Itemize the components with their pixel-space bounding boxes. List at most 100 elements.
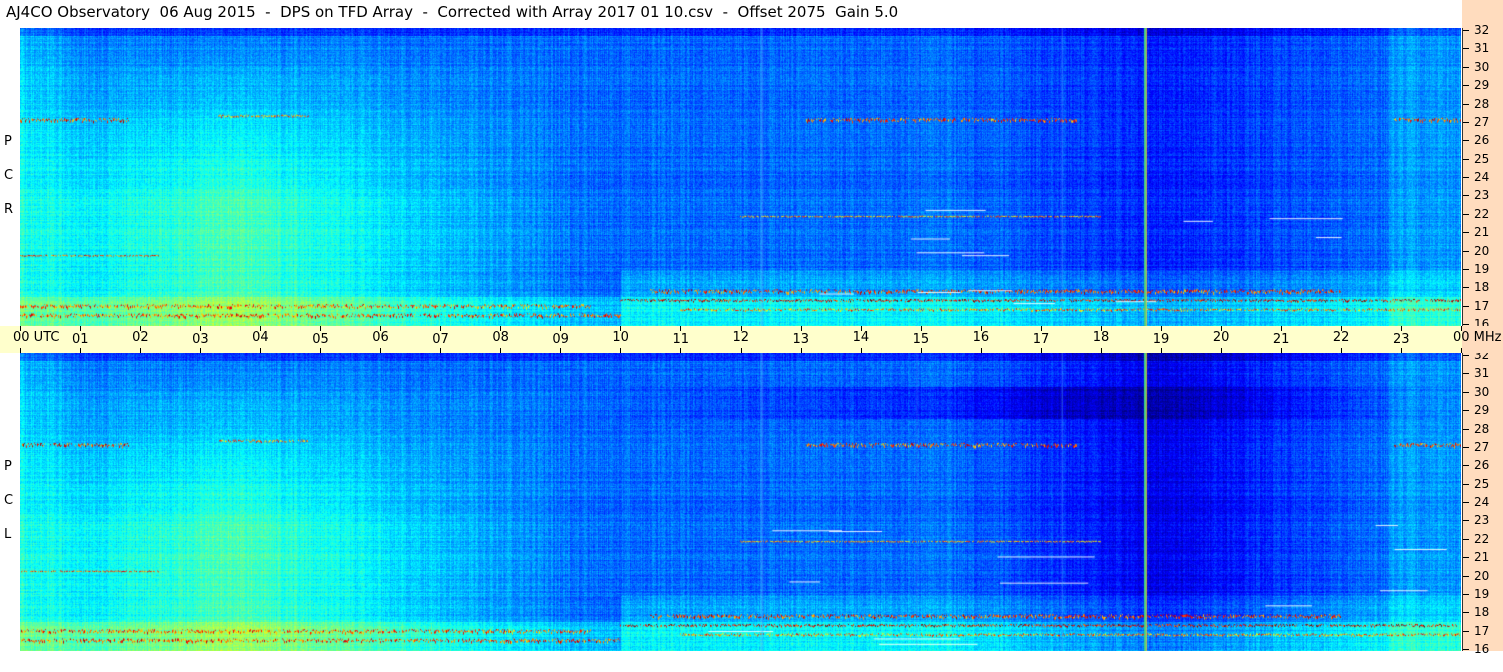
time-tick-label: 17 xyxy=(1032,332,1050,347)
freq-tick xyxy=(1463,446,1469,448)
time-tick-label: 14 xyxy=(852,330,870,345)
top-polar-letter-3: R xyxy=(4,202,14,217)
freq-tick-label: 23 xyxy=(1474,513,1490,528)
freq-tick-label: 16 xyxy=(1474,642,1490,656)
freq-tick xyxy=(1463,140,1469,142)
time-tick xyxy=(1100,348,1102,353)
freq-tick-label: 22 xyxy=(1474,531,1490,546)
freq-tick xyxy=(1463,305,1469,307)
time-tick-label: 16 xyxy=(972,330,990,345)
time-tick xyxy=(620,348,622,353)
freq-tick-label: 19 xyxy=(1474,261,1490,276)
freq-tick-label: 27 xyxy=(1474,114,1490,129)
freq-tick-label: 21 xyxy=(1474,225,1490,240)
time-tick xyxy=(740,326,742,331)
time-tick xyxy=(800,348,802,353)
time-tick xyxy=(560,348,562,353)
time-tick xyxy=(980,348,982,353)
time-tick xyxy=(920,348,922,353)
time-tick xyxy=(1400,348,1402,353)
freq-tick-label: 23 xyxy=(1474,188,1490,203)
freq-tick xyxy=(1463,593,1469,595)
freq-tick xyxy=(1463,428,1469,430)
time-tick-label: 11 xyxy=(672,332,689,347)
time-tick-label: 22 xyxy=(1332,330,1350,345)
time-tick xyxy=(80,326,82,331)
time-tick xyxy=(1340,348,1342,353)
time-tick xyxy=(500,348,502,353)
time-label-last: 00 MHz xyxy=(1453,330,1502,345)
time-tick xyxy=(440,326,442,331)
bottom-polarization-label: P C L xyxy=(0,353,20,651)
time-tick xyxy=(140,326,142,331)
freq-tick xyxy=(1463,158,1469,160)
time-tick xyxy=(500,326,502,331)
time-tick-label: 09 xyxy=(552,332,569,347)
rcp-spectrogram xyxy=(20,28,1461,326)
freq-tick xyxy=(1463,355,1469,356)
freq-tick xyxy=(1463,287,1469,289)
time-tick xyxy=(380,348,382,353)
freq-tick xyxy=(1463,213,1469,215)
time-tick xyxy=(1340,326,1342,331)
time-tick xyxy=(260,348,262,353)
freq-tick xyxy=(1463,520,1469,522)
time-tick-label: 23 xyxy=(1392,332,1410,347)
freq-tick-label: 17 xyxy=(1474,298,1490,313)
time-tick xyxy=(980,326,982,331)
time-tick xyxy=(680,326,682,331)
time-tick xyxy=(1160,326,1162,331)
time-tick-label: 05 xyxy=(312,332,329,347)
freq-tick xyxy=(1463,177,1469,178)
time-tick-label: 13 xyxy=(792,332,810,347)
time-tick xyxy=(800,326,802,331)
time-tick xyxy=(560,326,562,331)
time-tick xyxy=(20,348,21,353)
freq-tick-label: 27 xyxy=(1474,439,1490,454)
time-tick xyxy=(920,326,922,331)
time-tick xyxy=(1100,326,1102,331)
time-tick xyxy=(620,326,622,331)
freq-tick xyxy=(1463,268,1469,270)
time-tick-label: 01 xyxy=(72,332,89,347)
freq-tick xyxy=(1463,121,1469,123)
freq-tick-label: 29 xyxy=(1474,403,1490,418)
time-tick-label: 21 xyxy=(1272,332,1290,347)
time-tick-label: 06 xyxy=(372,330,389,345)
time-tick xyxy=(380,326,382,331)
freq-tick xyxy=(1463,538,1469,540)
lcp-spectrogram xyxy=(20,353,1461,651)
time-tick xyxy=(860,326,862,331)
top-polar-letter-2: C xyxy=(4,168,14,183)
bottom-polar-letter-1: P xyxy=(4,459,12,474)
bottom-frequency-axis: 32 31 30 29 28 27 26 25 24 23 22 21 20 19 18 17 16 xyxy=(1462,349,1503,655)
time-tick xyxy=(1280,326,1282,331)
freq-tick xyxy=(1463,575,1469,577)
freq-tick xyxy=(1463,465,1469,467)
time-tick-label: 20 xyxy=(1212,330,1230,345)
time-tick-label: 07 xyxy=(432,332,449,347)
time-tick xyxy=(1280,348,1282,353)
freq-tick xyxy=(1463,324,1469,325)
freq-tick-label: 18 xyxy=(1474,280,1490,295)
time-tick-label: 08 xyxy=(492,330,509,345)
time-tick xyxy=(260,326,262,331)
time-label-first: 00 UTC xyxy=(13,330,60,345)
freq-tick-label: 30 xyxy=(1474,384,1490,399)
freq-tick-label: 22 xyxy=(1474,206,1490,221)
freq-tick xyxy=(1463,85,1469,87)
time-tick xyxy=(1220,326,1222,331)
time-tick-label: 04 xyxy=(252,330,269,345)
freq-tick xyxy=(1463,195,1469,197)
freq-tick xyxy=(1463,48,1469,50)
freq-tick xyxy=(1463,502,1469,503)
time-tick-label: 03 xyxy=(192,332,209,347)
time-tick xyxy=(20,326,21,331)
time-tick xyxy=(1040,348,1042,353)
freq-tick-label: 24 xyxy=(1474,170,1490,184)
time-tick xyxy=(200,326,202,331)
freq-tick-label: 17 xyxy=(1474,623,1490,638)
time-axis: 00 UTC 01 02 03 04 05 06 07 08 09 10 11 12 13 14 15 16 1… xyxy=(0,326,1462,353)
freq-tick-label: 26 xyxy=(1474,133,1490,148)
time-tick xyxy=(1040,326,1042,331)
